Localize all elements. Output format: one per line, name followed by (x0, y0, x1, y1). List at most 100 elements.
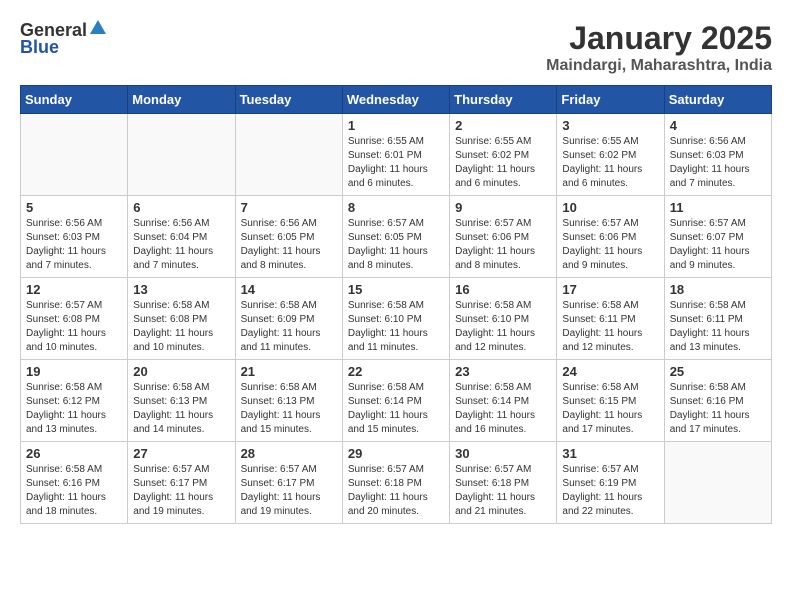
day-info: Sunrise: 6:57 AM Sunset: 6:06 PM Dayligh… (455, 217, 551, 273)
day-info: Sunrise: 6:57 AM Sunset: 6:18 PM Dayligh… (455, 463, 551, 519)
calendar-cell: 16 Sunrise: 6:58 AM Sunset: 6:10 PM Dayli… (450, 278, 557, 360)
day-number: 21 (241, 364, 337, 379)
day-info: Sunrise: 6:56 AM Sunset: 6:03 PM Dayligh… (670, 135, 766, 191)
week-row-2: 5 Sunrise: 6:56 AM Sunset: 6:03 PM Daylig… (21, 196, 772, 278)
day-number: 8 (348, 200, 444, 215)
day-info: Sunrise: 6:58 AM Sunset: 6:15 PM Dayligh… (562, 381, 658, 437)
day-info: Sunrise: 6:58 AM Sunset: 6:10 PM Dayligh… (348, 299, 444, 355)
calendar-cell: 21 Sunrise: 6:58 AM Sunset: 6:13 PM Dayli… (235, 360, 342, 442)
calendar: SundayMondayTuesdayWednesdayThursdayFrid… (20, 85, 772, 524)
day-number: 30 (455, 446, 551, 461)
calendar-cell: 23 Sunrise: 6:58 AM Sunset: 6:14 PM Dayli… (450, 360, 557, 442)
day-number: 13 (133, 282, 229, 297)
calendar-cell: 11Sunrise: 6:57 AM Sunset: 6:07 PM Dayli… (664, 196, 771, 278)
day-info: Sunrise: 6:56 AM Sunset: 6:03 PM Dayligh… (26, 217, 122, 273)
day-number: 18 (670, 282, 766, 297)
logo-blue-text: Blue (20, 37, 59, 58)
day-number: 7 (241, 200, 337, 215)
day-info: Sunrise: 6:58 AM Sunset: 6:13 PM Dayligh… (133, 381, 229, 437)
weekday-header-monday: Monday (128, 86, 235, 114)
day-info: Sunrise: 6:57 AM Sunset: 6:17 PM Dayligh… (133, 463, 229, 519)
calendar-cell: 8 Sunrise: 6:57 AM Sunset: 6:05 PM Daylig… (342, 196, 449, 278)
weekday-header-thursday: Thursday (450, 86, 557, 114)
day-number: 14 (241, 282, 337, 297)
day-number: 16 (455, 282, 551, 297)
day-number: 29 (348, 446, 444, 461)
day-number: 4 (670, 118, 766, 133)
day-info: Sunrise: 6:57 AM Sunset: 6:19 PM Dayligh… (562, 463, 658, 519)
logo: General Blue (20, 20, 106, 58)
weekday-header-wednesday: Wednesday (342, 86, 449, 114)
weekday-header-row: SundayMondayTuesdayWednesdayThursdayFrid… (21, 86, 772, 114)
calendar-cell: 9 Sunrise: 6:57 AM Sunset: 6:06 PM Daylig… (450, 196, 557, 278)
day-number: 17 (562, 282, 658, 297)
day-info: Sunrise: 6:58 AM Sunset: 6:08 PM Dayligh… (133, 299, 229, 355)
calendar-cell: 30 Sunrise: 6:57 AM Sunset: 6:18 PM Dayli… (450, 442, 557, 524)
page-subtitle: Maindargi, Maharashtra, India (546, 57, 772, 75)
title-area: January 2025 Maindargi, Maharashtra, Ind… (546, 20, 772, 75)
week-row-1: 1Sunrise: 6:55 AM Sunset: 6:01 PM Daylig… (21, 114, 772, 196)
weekday-header-saturday: Saturday (664, 86, 771, 114)
day-info: Sunrise: 6:57 AM Sunset: 6:17 PM Dayligh… (241, 463, 337, 519)
calendar-cell (128, 114, 235, 196)
day-number: 11 (670, 200, 766, 215)
day-number: 20 (133, 364, 229, 379)
day-number: 19 (26, 364, 122, 379)
day-number: 5 (26, 200, 122, 215)
day-number: 1 (348, 118, 444, 133)
day-number: 25 (670, 364, 766, 379)
calendar-cell: 5 Sunrise: 6:56 AM Sunset: 6:03 PM Daylig… (21, 196, 128, 278)
calendar-cell (664, 442, 771, 524)
day-info: Sunrise: 6:56 AM Sunset: 6:04 PM Dayligh… (133, 217, 229, 273)
day-number: 9 (455, 200, 551, 215)
calendar-cell: 3Sunrise: 6:55 AM Sunset: 6:02 PM Daylig… (557, 114, 664, 196)
day-number: 12 (26, 282, 122, 297)
day-info: Sunrise: 6:58 AM Sunset: 6:14 PM Dayligh… (348, 381, 444, 437)
day-info: Sunrise: 6:55 AM Sunset: 6:02 PM Dayligh… (455, 135, 551, 191)
calendar-cell: 28 Sunrise: 6:57 AM Sunset: 6:17 PM Dayli… (235, 442, 342, 524)
day-number: 26 (26, 446, 122, 461)
calendar-cell: 15Sunrise: 6:58 AM Sunset: 6:10 PM Dayli… (342, 278, 449, 360)
weekday-header-tuesday: Tuesday (235, 86, 342, 114)
day-info: Sunrise: 6:58 AM Sunset: 6:16 PM Dayligh… (26, 463, 122, 519)
day-number: 27 (133, 446, 229, 461)
day-info: Sunrise: 6:58 AM Sunset: 6:13 PM Dayligh… (241, 381, 337, 437)
day-info: Sunrise: 6:58 AM Sunset: 6:11 PM Dayligh… (670, 299, 766, 355)
calendar-cell: 7 Sunrise: 6:56 AM Sunset: 6:05 PM Daylig… (235, 196, 342, 278)
calendar-cell: 20 Sunrise: 6:58 AM Sunset: 6:13 PM Dayli… (128, 360, 235, 442)
day-number: 28 (241, 446, 337, 461)
weekday-header-sunday: Sunday (21, 86, 128, 114)
day-info: Sunrise: 6:58 AM Sunset: 6:11 PM Dayligh… (562, 299, 658, 355)
calendar-cell (235, 114, 342, 196)
calendar-cell: 22Sunrise: 6:58 AM Sunset: 6:14 PM Dayli… (342, 360, 449, 442)
calendar-cell: 26 Sunrise: 6:58 AM Sunset: 6:16 PM Dayli… (21, 442, 128, 524)
day-number: 2 (455, 118, 551, 133)
calendar-cell: 1Sunrise: 6:55 AM Sunset: 6:01 PM Daylig… (342, 114, 449, 196)
week-row-5: 26 Sunrise: 6:58 AM Sunset: 6:16 PM Dayli… (21, 442, 772, 524)
calendar-cell: 12Sunrise: 6:57 AM Sunset: 6:08 PM Dayli… (21, 278, 128, 360)
calendar-cell: 27 Sunrise: 6:57 AM Sunset: 6:17 PM Dayli… (128, 442, 235, 524)
calendar-cell: 6Sunrise: 6:56 AM Sunset: 6:04 PM Daylig… (128, 196, 235, 278)
calendar-cell (21, 114, 128, 196)
page-title: January 2025 (546, 20, 772, 57)
weekday-header-friday: Friday (557, 86, 664, 114)
day-info: Sunrise: 6:58 AM Sunset: 6:14 PM Dayligh… (455, 381, 551, 437)
day-number: 31 (562, 446, 658, 461)
calendar-cell: 19 Sunrise: 6:58 AM Sunset: 6:12 PM Dayli… (21, 360, 128, 442)
day-info: Sunrise: 6:56 AM Sunset: 6:05 PM Dayligh… (241, 217, 337, 273)
day-info: Sunrise: 6:57 AM Sunset: 6:05 PM Dayligh… (348, 217, 444, 273)
calendar-cell: 10 Sunrise: 6:57 AM Sunset: 6:06 PM Dayli… (557, 196, 664, 278)
week-row-4: 19 Sunrise: 6:58 AM Sunset: 6:12 PM Dayli… (21, 360, 772, 442)
day-info: Sunrise: 6:58 AM Sunset: 6:09 PM Dayligh… (241, 299, 337, 355)
calendar-cell: 29Sunrise: 6:57 AM Sunset: 6:18 PM Dayli… (342, 442, 449, 524)
calendar-cell: 14 Sunrise: 6:58 AM Sunset: 6:09 PM Dayli… (235, 278, 342, 360)
calendar-cell: 17 Sunrise: 6:58 AM Sunset: 6:11 PM Dayli… (557, 278, 664, 360)
day-info: Sunrise: 6:58 AM Sunset: 6:12 PM Dayligh… (26, 381, 122, 437)
logo-triangle-icon (90, 20, 106, 39)
day-number: 23 (455, 364, 551, 379)
day-info: Sunrise: 6:57 AM Sunset: 6:06 PM Dayligh… (562, 217, 658, 273)
day-info: Sunrise: 6:55 AM Sunset: 6:02 PM Dayligh… (562, 135, 658, 191)
day-info: Sunrise: 6:58 AM Sunset: 6:10 PM Dayligh… (455, 299, 551, 355)
calendar-cell: 4 Sunrise: 6:56 AM Sunset: 6:03 PM Daylig… (664, 114, 771, 196)
day-number: 10 (562, 200, 658, 215)
